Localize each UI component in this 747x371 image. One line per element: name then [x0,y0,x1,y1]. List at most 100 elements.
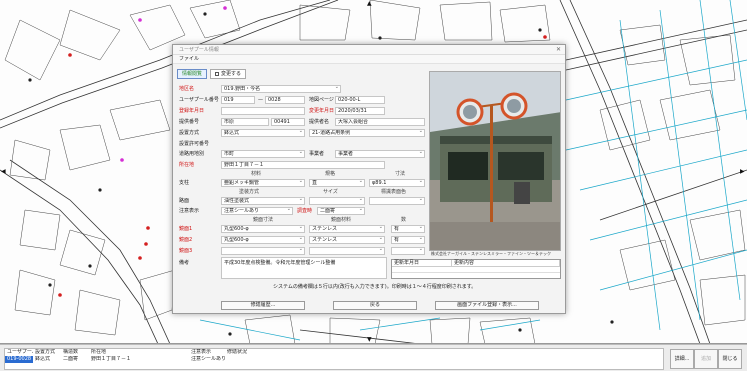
grid-header-cell: 設置方式 [35,349,56,355]
image-file-button[interactable]: 画面ファイル登録・表示... [435,301,539,310]
view-mode-label: 情報閲覧 [182,71,203,77]
scroll-right-arrow-icon[interactable]: ▶ [740,168,745,175]
table-row[interactable]: 019-0028 鉢込式 二面寄 野田１丁目７－１ 注意シールあり [5,356,663,363]
pole-number-prefix-field[interactable]: 019 [221,96,255,104]
menu-bar: ファイル [173,55,565,64]
note-display-label: 注意表示 [179,208,200,214]
area-select[interactable]: 019.野田・今名 [221,85,341,93]
mirror-shape-header: 鏡面寸法 [253,217,274,223]
owner-number-field[interactable]: 00491 [271,118,305,126]
history-content-header: 更新内容 [452,260,560,266]
spec-header: 規格 [325,171,336,177]
size-header: 寸法 [395,171,406,177]
material-header: 材料 [251,171,262,177]
grid-header-cell: 注意表示 [191,349,212,355]
grid-cell: 二面寄 [63,356,79,362]
mirror1-shape-select[interactable]: 丸型600-φ [221,225,305,233]
owner-number-label: 提供番号 [179,119,200,125]
permit-number-label: 設置許可番号 [179,141,210,147]
owner-name-label: 提供者名 [309,119,330,125]
survey-select[interactable]: 二面寄 [317,207,365,215]
grid-header-cell: 所在地 [91,349,107,355]
pole-material-select[interactable]: 亜鉛メッキ鋼管 [221,179,305,187]
paint-color-header: 標識表面色 [381,189,407,195]
map-page-label: 地図ページ [309,97,334,103]
grid-header-cell: ユーザプール [7,349,33,355]
mirror1-count-select[interactable]: 有 [391,225,425,233]
result-grid: ユーザプール 設置方式 構造数 所在地 注意表示 修繕状況 019-0028 鉢… [4,348,664,370]
install-method-select[interactable]: 鉢込式 [221,129,305,137]
mirror2-material-select[interactable]: ステンレス [309,236,385,244]
detail-button[interactable]: 詳細... [670,349,694,369]
add-button[interactable]: 追加 [694,349,718,369]
close-icon[interactable]: ✕ [556,45,561,55]
view-mode-button[interactable]: 情報閲覧 [177,69,208,79]
mode-toggle: 情報閲覧 変更する [177,69,247,79]
mirror3-shape-select[interactable] [221,247,305,255]
map-page-field[interactable]: 020-00-L [335,96,385,104]
owner-name-field[interactable]: 大塚入会組合 [335,118,425,126]
grid-cell: 野田１丁目７－１ [91,356,132,362]
grid-cell: 注意シールあり [191,356,225,362]
registration-date-field[interactable] [221,107,305,115]
pole-number-separator: — [258,97,263,103]
pole-number-field[interactable]: 0028 [265,96,305,104]
scroll-up-arrow-icon[interactable]: ▲ [367,0,372,7]
repair-history-button[interactable]: 修繕履歴... [221,301,305,310]
menu-file[interactable]: ファイル [179,56,199,62]
dialog-titlebar[interactable]: ユーザプール情報 ✕ [173,45,565,55]
mirror1-label: 鏡面1 [179,226,193,232]
change-date-field[interactable]: 2020/03/31 [335,107,385,115]
sign-size-select[interactable] [309,197,365,205]
grid-cell-pole-number: 019-0028 [5,356,33,363]
scroll-left-arrow-icon[interactable]: ◀ [1,168,6,175]
grid-cell: 鉢込式 [35,356,51,362]
sign-color-select[interactable] [369,197,425,205]
pole-label: 支柱 [179,180,190,186]
pole-photo [429,71,561,251]
pole-size-select[interactable]: φ89.1 [369,179,425,187]
mirror2-count-select[interactable]: 有 [391,236,425,244]
mirror2-shape-select[interactable]: 丸型600-φ [221,236,305,244]
photo-caption: 株式会社ナーガイル・ステンレスミラー・ファイン・ツー＆テック [431,251,551,256]
edit-mode-label: 変更する [221,71,242,77]
close-button[interactable]: 閉じる [718,349,742,369]
grid-header: ユーザプール 設置方式 構造数 所在地 注意表示 修繕状況 [5,349,663,356]
table-row[interactable] [392,267,560,273]
mirror-material-header: 鏡面材料 [331,217,352,223]
dialog-title: ユーザプール情報 [179,47,219,53]
sign-method-select[interactable]: 油性塗装式 [221,197,305,205]
mirror1-material-select[interactable]: ステンレス [309,225,385,233]
pole-number-label: ユーザプール番号 [179,97,219,103]
install-method-label: 設置方式 [179,130,200,136]
paint-method-header: 塗装方式 [239,189,260,195]
mirror3-count-select[interactable] [391,247,425,255]
mirror2-label: 鏡面2 [179,237,193,243]
history-date-header: 更新年月日 [392,260,452,266]
checkbox-icon [215,72,220,76]
address-field[interactable]: 野田１丁目７－１ [221,161,385,169]
address-label: 所在地 [179,162,195,168]
pole-spec-select[interactable]: 直 [309,179,365,187]
road-class-label: 道路用地別 [179,151,205,157]
remarks-textarea[interactable]: 平成30年度点検整備。令和元年度管理シール整備 [221,257,387,279]
history-header: 更新年月日 更新内容 [392,260,560,267]
change-date-label: 変更年月日 [309,108,335,114]
mirror-count-header: 数 [401,217,407,223]
registration-date-label: 登録年月日 [179,108,205,114]
grid-header-cell: 構造数 [63,349,79,355]
install-kind-select[interactable]: 21-道路占用条例 [309,129,425,137]
operator-select[interactable]: 事業者 [335,150,425,158]
road-class-select[interactable]: 市町 [221,150,305,158]
mirror3-material-select[interactable] [309,247,385,255]
mirror3-label: 鏡面3 [179,248,193,254]
status-panel: ユーザプール 設置方式 構造数 所在地 注意表示 修繕状況 019-0028 鉢… [0,344,747,371]
back-button[interactable]: 戻る [333,301,417,310]
edit-mode-button[interactable]: 変更する [210,69,247,79]
owner-city-field[interactable]: 市原 [221,118,269,126]
scroll-down-arrow-icon[interactable]: ▼ [367,336,372,343]
sign-label: 路面 [179,198,190,204]
grid-header-cell: 修繕状況 [227,349,248,355]
note-display-select[interactable]: 注意シールあり [221,207,293,215]
paint-size-header: サイズ [323,189,338,195]
